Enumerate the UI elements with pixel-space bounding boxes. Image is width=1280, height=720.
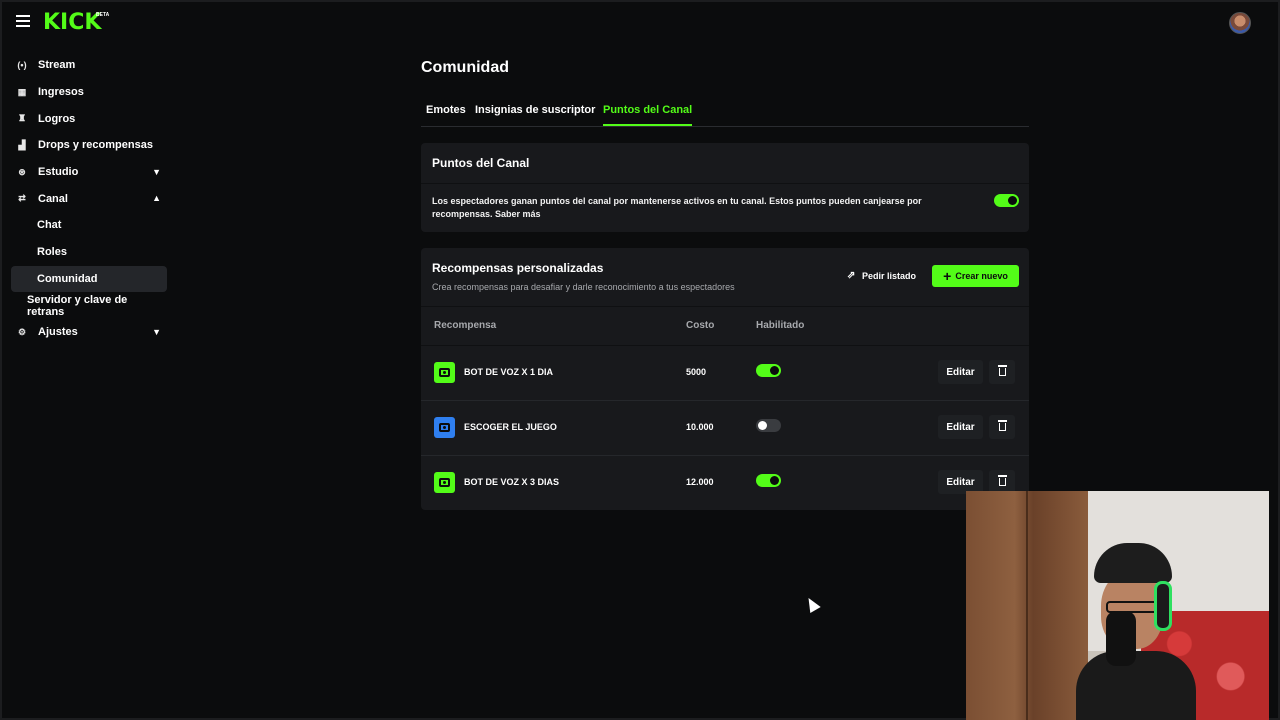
reward-cost: 10.000 [686,422,714,432]
table-row: BOT DE VOZ X 3 DIAS 12.000 Editar [421,456,1029,511]
sidebar-item-stream[interactable]: (•) Stream [11,52,167,79]
reward-cost: 12.000 [686,477,714,487]
menu-icon[interactable] [16,15,30,29]
sidebar-item-label: Chat [37,219,62,232]
edit-button[interactable]: Editar [938,415,983,439]
channel-points-card: Puntos del Canal Los espectadores ganan … [421,143,1029,232]
column-header-reward: Recompensa [434,320,497,331]
create-new-button[interactable]: + Crear nuevo [932,265,1019,287]
channel-points-description: Los espectadores ganan puntos del canal … [432,196,922,219]
chart-icon: ▦ [17,86,27,97]
custom-rewards-card: Recompensas personalizadas Crea recompen… [421,248,1029,510]
sidebar-item-servidor[interactable]: Servidor y clave de retrans [11,292,167,319]
external-link-icon: ⇗ [847,270,856,281]
sidebar-item-estudio[interactable]: ⊛ Estudio ▼ [11,159,167,186]
webcam-background [1026,491,1028,720]
sidebar-item-comunidad[interactable]: Comunidad [11,265,167,293]
microphone [1106,611,1136,666]
sidebar-item-label: Canal [38,192,68,205]
tab-insignias[interactable]: Insignias de suscriptor [475,104,595,126]
custom-rewards-subtitle: Crea recompensas para desafiar y darle r… [432,282,735,292]
sidebar-item-label: Drops y recompensas [38,139,153,152]
trash-icon [997,365,1007,376]
sidebar-item-ajustes[interactable]: ⚙ Ajustes ▼ [11,319,167,346]
sidebar-item-label: Roles [37,246,67,259]
trash-icon [997,420,1007,431]
reward-name: BOT DE VOZ X 1 DIA [464,367,554,377]
tab-puntos-del-canal[interactable]: Puntos del Canal [603,104,693,126]
sidebar-item-ingresos[interactable]: ▦ Ingresos [11,79,167,106]
sidebar-item-drops[interactable]: ▟ Drops y recompensas [11,132,167,159]
sidebar-item-label: Estudio [38,166,79,179]
sidebar-item-label: Ingresos [38,86,84,99]
sidebar: (•) Stream ▦ Ingresos ♜ Logros ▟ Drops y… [11,52,167,346]
broadcast-icon: (•) [17,60,27,71]
sidebar-item-label: Comunidad [37,272,98,285]
channel-points-title: Puntos del Canal [432,156,530,170]
table-header: Recompensa Costo Habilitado [421,306,1029,346]
reward-icon [434,362,455,383]
user-avatar[interactable] [1229,12,1251,34]
sidebar-item-label: Stream [38,59,76,72]
webcam-overlay [966,491,1269,720]
reward-enabled-toggle[interactable] [756,474,781,487]
trophy-icon: ♜ [17,113,27,124]
reward-icon [434,472,455,493]
sidebar-item-label: Logros [38,112,76,125]
create-new-label: Crear nuevo [955,271,1008,281]
channel-points-toggle[interactable] [994,194,1019,207]
tab-bar: Emotes Insignias de suscriptor Puntos de… [421,98,1029,127]
plus-icon: + [943,268,952,284]
beta-badge: BETA [96,12,110,18]
table-row: ESCOGER EL JUEGO 10.000 Editar [421,401,1029,456]
reward-enabled-toggle[interactable] [756,364,781,377]
column-header-enabled: Habilitado [756,320,805,331]
kick-logo[interactable]: KICK [43,10,101,35]
reward-name: BOT DE VOZ X 3 DIAS [464,477,560,487]
reward-enabled-toggle[interactable] [756,419,781,432]
studio-icon: ⊛ [18,166,26,177]
column-header-cost: Costo [686,320,715,331]
reward-icon [434,417,455,438]
reward-name: ESCOGER EL JUEGO [464,422,557,432]
chevron-up-icon: ▲ [152,193,161,204]
sidebar-item-label: Ajustes [38,326,78,339]
request-list-label: Pedir listado [862,271,917,281]
sidebar-item-canal[interactable]: ⇄ Canal ▲ [11,185,167,212]
page-title: Comunidad [421,59,509,76]
chevron-down-icon: ▼ [152,166,161,177]
sidebar-item-roles[interactable]: Roles [11,239,167,266]
sidebar-item-logros[interactable]: ♜ Logros [11,105,167,132]
divider [421,183,1029,184]
chevron-down-icon: ▼ [152,326,161,337]
reward-cost: 5000 [686,367,707,377]
sidebar-item-label: Servidor y clave de retrans [27,293,128,318]
gift-icon: ▟ [18,139,26,150]
edit-button[interactable]: Editar [938,360,983,384]
top-bar: KICK BETA [0,0,1280,46]
table-row: BOT DE VOZ X 1 DIA 5000 Editar [421,346,1029,401]
custom-rewards-title: Recompensas personalizadas [432,261,604,275]
gear-icon: ⚙ [17,326,27,337]
trash-icon [997,475,1007,486]
tab-emotes[interactable]: Emotes [426,104,466,126]
delete-button[interactable] [989,360,1015,384]
sidebar-item-chat[interactable]: Chat [11,212,167,239]
request-list-button[interactable]: ⇗ Pedir listado [847,265,916,287]
mouse-cursor [803,594,821,614]
channel-icon: ⇄ [18,193,26,204]
delete-button[interactable] [989,415,1015,439]
